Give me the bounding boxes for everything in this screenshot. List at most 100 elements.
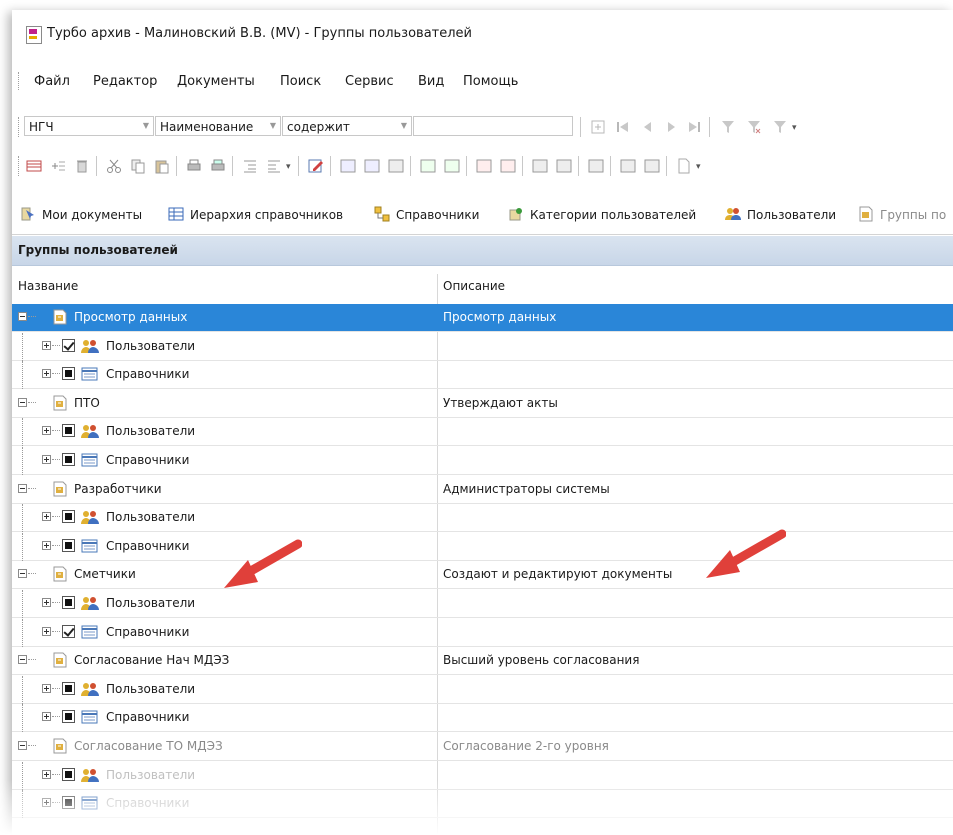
toolbar-grip[interactable] [18, 156, 22, 176]
attach-icon[interactable] [420, 158, 436, 174]
menu-service[interactable]: Сервис [345, 74, 394, 89]
import-icon[interactable] [556, 158, 572, 174]
chevron-down-icon[interactable]: ▾ [286, 162, 291, 172]
export-icon[interactable] [532, 158, 548, 174]
toolbar-grip[interactable] [18, 117, 22, 137]
indent-icon[interactable] [242, 158, 258, 174]
filter-field-select[interactable]: НГЧ ▼ [24, 116, 154, 136]
filter-attribute-select[interactable]: Наименование ▼ [155, 116, 281, 136]
apply-filter-icon[interactable] [590, 119, 606, 135]
tree-row-group[interactable]: Согласование ТО МДЭЗ Согласование 2-го ур… [12, 733, 953, 761]
cut-icon[interactable] [106, 158, 122, 174]
tree-row-users[interactable]: Пользователи [12, 675, 953, 704]
permission-checkbox[interactable] [62, 796, 75, 810]
filter-clear-icon[interactable] [746, 119, 762, 135]
expand-icon[interactable] [42, 369, 51, 379]
edit-icon[interactable] [308, 158, 324, 174]
menu-grip[interactable] [18, 72, 22, 90]
tree-row-users[interactable]: Пользователи [12, 418, 953, 447]
add-child-icon[interactable] [50, 158, 66, 174]
expand-icon[interactable] [42, 540, 51, 550]
merge-icon[interactable] [364, 158, 380, 174]
permission-checkbox[interactable] [62, 338, 75, 352]
paste-icon[interactable] [154, 158, 170, 174]
collapse-icon[interactable] [18, 483, 27, 493]
filter-value-input[interactable] [413, 116, 573, 136]
menu-file[interactable]: Файл [34, 74, 70, 89]
tree-row-dictionaries[interactable]: Справочники [12, 704, 953, 733]
column-header-description[interactable]: Описание [443, 279, 505, 301]
expand-icon[interactable] [42, 712, 51, 722]
menu-edit[interactable]: Редактор [93, 74, 157, 89]
revoke-icon[interactable] [500, 158, 516, 174]
filter-settings-icon[interactable] [772, 119, 788, 135]
expand-icon[interactable] [42, 683, 51, 693]
chevron-down-icon[interactable]: ▾ [792, 123, 797, 133]
add-record-icon[interactable] [26, 158, 42, 174]
tree-row-dictionaries[interactable]: Справочники [12, 447, 953, 475]
expand-icon[interactable] [42, 769, 51, 779]
tree-row-users[interactable]: Пользователи [12, 332, 953, 361]
permission-checkbox[interactable] [62, 624, 75, 638]
tree-row-users[interactable]: Пользователи [12, 761, 953, 790]
first-record-icon[interactable] [615, 119, 631, 135]
previous-record-icon[interactable] [640, 119, 656, 135]
tree-row-users[interactable]: Пользователи [12, 504, 953, 533]
permission-checkbox[interactable] [62, 424, 75, 438]
permission-checkbox[interactable] [62, 453, 75, 466]
menu-view[interactable]: Вид [418, 74, 444, 89]
tree-row-dictionaries[interactable]: Справочники [12, 790, 953, 819]
collapse-icon[interactable] [18, 569, 27, 579]
grant-icon[interactable] [476, 158, 492, 174]
permission-checkbox[interactable] [62, 681, 75, 695]
menu-search[interactable]: Поиск [280, 74, 321, 89]
expand-icon[interactable] [42, 455, 51, 464]
copy-icon[interactable] [130, 158, 146, 174]
print-preview-icon[interactable] [210, 158, 226, 174]
tree-row-dictionaries[interactable]: Справочники [12, 532, 953, 561]
permission-checkbox[interactable] [62, 538, 75, 552]
expand-icon[interactable] [42, 598, 51, 607]
delete-icon[interactable] [74, 158, 90, 174]
expand-icon[interactable] [42, 512, 51, 522]
report-icon[interactable] [588, 158, 604, 174]
menu-documents[interactable]: Документы [177, 74, 255, 89]
next-record-icon[interactable] [663, 119, 679, 135]
collapse-icon[interactable] [18, 655, 27, 665]
copy-rights-icon[interactable] [620, 158, 636, 174]
collapse-icon[interactable] [18, 312, 27, 321]
tree-row-group[interactable]: Сметчики Создают и редактируют документы [12, 561, 953, 590]
compare-icon[interactable] [340, 158, 356, 174]
detach-icon[interactable] [444, 158, 460, 174]
collapse-icon[interactable] [18, 397, 27, 407]
last-record-icon[interactable] [686, 119, 702, 135]
expand-icon[interactable] [42, 798, 51, 808]
expand-icon[interactable] [42, 626, 51, 636]
tree-row-group[interactable]: Просмотр данных Просмотр данных [12, 304, 953, 332]
tree-row-dictionaries[interactable]: Справочники [12, 361, 953, 390]
tree-row-group[interactable]: ПТО Утверждают акты [12, 390, 953, 418]
outdent-icon[interactable] [266, 158, 282, 174]
menu-help[interactable]: Помощь [463, 74, 518, 89]
expand-icon[interactable] [42, 340, 51, 350]
filter-operator-select[interactable]: содержит ▼ [282, 116, 412, 136]
new-document-icon[interactable] [676, 158, 692, 174]
print-icon[interactable] [186, 158, 202, 174]
permission-checkbox[interactable] [62, 510, 75, 524]
tree-row-group[interactable]: Разработчики Администраторы системы [12, 476, 953, 504]
paste-rights-icon[interactable] [644, 158, 660, 174]
toolbar-separator [176, 156, 177, 176]
tree-row-dictionaries[interactable]: Справочники [12, 618, 953, 647]
collapse-icon[interactable] [18, 741, 27, 750]
column-header-name[interactable]: Название [18, 279, 78, 301]
permission-checkbox[interactable] [62, 367, 75, 381]
chevron-down-icon[interactable]: ▾ [696, 162, 701, 172]
tree-row-group[interactable]: Согласование Нач МДЭЗ Высший уровень согл… [12, 647, 953, 676]
move-icon[interactable] [388, 158, 404, 174]
filter-icon[interactable] [720, 119, 736, 135]
permission-checkbox[interactable] [62, 710, 75, 724]
permission-checkbox[interactable] [62, 767, 75, 781]
tree-row-users[interactable]: Пользователи [12, 590, 953, 618]
expand-icon[interactable] [42, 426, 51, 436]
permission-checkbox[interactable] [62, 596, 75, 609]
